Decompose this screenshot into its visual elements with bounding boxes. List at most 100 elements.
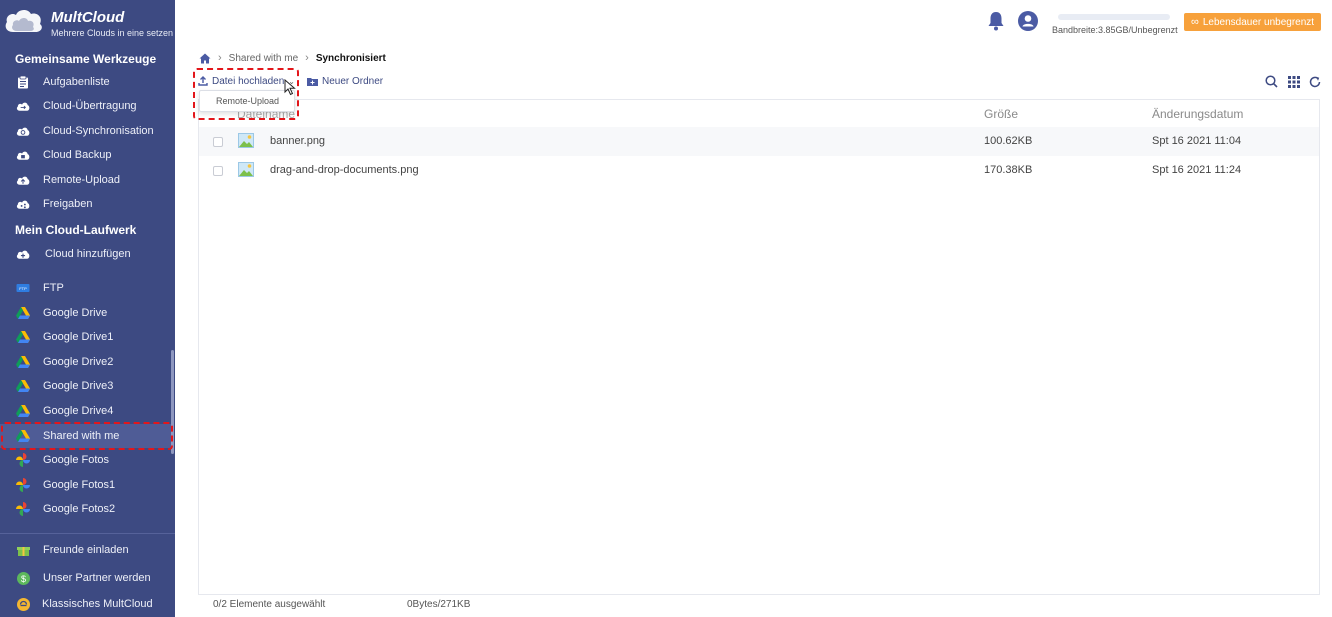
sidebar-item-add-cloud[interactable]: Cloud hinzufügen	[0, 242, 172, 266]
sidebar-item-google-drive4[interactable]: Google Drive4	[0, 399, 172, 423]
sidebar-item-aufgabenliste[interactable]: Aufgabenliste	[0, 70, 172, 94]
clipboard-icon	[16, 75, 30, 89]
upload-dropdown-menu: Remote-Upload	[199, 90, 295, 112]
sidebar-item-label: Shared with me	[43, 430, 120, 442]
cloud-sync-icon	[16, 124, 30, 138]
sidebar-divider	[0, 533, 175, 534]
svg-text:$: $	[20, 573, 25, 583]
sidebar-item-cloud-backup[interactable]: Cloud Backup	[0, 143, 172, 167]
breadcrumb-separator: ›	[218, 52, 222, 64]
sidebar-item-ftp[interactable]: FTP FTP	[0, 276, 172, 300]
sidebar-item-remote-upload[interactable]: Remote-Upload	[0, 168, 172, 192]
row-checkbox[interactable]	[213, 137, 223, 147]
bell-icon[interactable]	[987, 11, 1005, 31]
breadcrumb-folder[interactable]: Shared with me	[229, 53, 298, 64]
ftp-icon: FTP	[16, 281, 30, 295]
drive-section-title: Mein Cloud-Laufwerk	[15, 223, 137, 237]
sidebar-item-label: Google Drive	[43, 307, 108, 319]
image-file-icon	[238, 133, 254, 148]
google-drive-icon	[16, 404, 30, 418]
sidebar-item-google-drive3[interactable]: Google Drive3	[0, 374, 172, 398]
classic-icon	[16, 597, 30, 611]
lifetime-button[interactable]: ∞ Lebensdauer unbegrenzt	[1184, 13, 1321, 31]
cloud-upload-icon	[16, 173, 30, 187]
brand-name: MultCloud	[51, 9, 125, 26]
sidebar-item-label: Unser Partner werden	[43, 572, 151, 584]
sidebar-scrollbar[interactable]	[171, 350, 174, 454]
upload-file-button[interactable]: Datei hochladen ⌄	[198, 76, 295, 87]
image-file-icon	[238, 162, 254, 177]
sidebar-item-google-fotos[interactable]: Google Fotos	[0, 448, 172, 472]
search-icon[interactable]	[1265, 75, 1278, 88]
table-row[interactable]: banner.png 100.62KB Spt 16 2021 11:04	[199, 127, 1319, 156]
sidebar-item-label: FTP	[43, 282, 64, 294]
sidebar-item-cloud-sync[interactable]: Cloud-Synchronisation	[0, 119, 172, 143]
file-name[interactable]: drag-and-drop-documents.png	[270, 164, 419, 176]
sidebar-item-shared-with-me[interactable]: Shared with me	[0, 424, 172, 448]
gift-icon	[16, 543, 30, 557]
sidebar-item-label: Freigaben	[43, 198, 93, 210]
file-list-panel: Dateiname Größe Änderungsdatum banner.pn…	[198, 99, 1320, 595]
refresh-icon[interactable]	[1308, 75, 1321, 88]
new-folder-button[interactable]: Neuer Ordner	[306, 75, 384, 87]
svg-text:FTP: FTP	[19, 285, 27, 290]
google-photos-icon	[16, 502, 30, 516]
sidebar-item-label: Google Drive4	[43, 405, 114, 417]
menu-item-remote-upload[interactable]: Remote-Upload	[216, 96, 279, 106]
selection-count: 0/2 Elemente ausgewählt	[213, 599, 326, 610]
sidebar-item-google-fotos2[interactable]: Google Fotos2	[0, 497, 172, 521]
column-header-date[interactable]: Änderungsdatum	[1152, 107, 1243, 121]
table-row[interactable]: drag-and-drop-documents.png 170.38KB Spt…	[199, 156, 1319, 185]
selection-size: 0Bytes/271KB	[407, 599, 471, 610]
sidebar-item-google-drive1[interactable]: Google Drive1	[0, 325, 172, 349]
row-checkbox[interactable]	[213, 166, 223, 176]
google-drive-icon	[16, 355, 30, 369]
brand-tagline: Mehrere Clouds in eine setzen	[51, 28, 174, 38]
user-avatar-icon[interactable]	[1018, 11, 1038, 31]
sidebar-item-label: Google Drive1	[43, 331, 114, 343]
infinity-icon: ∞	[1191, 16, 1199, 28]
google-drive-icon	[16, 330, 30, 344]
file-name[interactable]: banner.png	[270, 135, 325, 147]
google-photos-icon	[16, 453, 30, 467]
cloud-backup-icon	[16, 148, 30, 162]
top-header: Bandbreite:3.85GB/Unbegrenzt ∞ Lebensdau…	[175, 0, 1332, 44]
sidebar-item-freigaben[interactable]: Freigaben	[0, 192, 172, 216]
sidebar-item-label: Google Drive2	[43, 356, 114, 368]
upload-icon	[198, 76, 208, 86]
sidebar: MultCloud Mehrere Clouds in eine setzen …	[0, 0, 175, 617]
column-header-size[interactable]: Größe	[984, 107, 1018, 121]
google-drive-icon	[16, 379, 30, 393]
sidebar-item-label: Google Drive3	[43, 380, 114, 392]
bandwidth-bar	[1058, 14, 1170, 20]
sidebar-item-google-drive2[interactable]: Google Drive2	[0, 350, 172, 374]
sidebar-item-label: Remote-Upload	[43, 174, 121, 186]
file-size: 100.62KB	[984, 135, 1033, 147]
sidebar-item-invite-friends[interactable]: Freunde einladen	[0, 538, 172, 562]
home-icon[interactable]	[199, 53, 211, 64]
file-date: Spt 16 2021 11:24	[1152, 164, 1242, 176]
sidebar-item-google-fotos1[interactable]: Google Fotos1	[0, 473, 172, 497]
breadcrumb-current: Synchronisiert	[315, 52, 386, 64]
breadcrumb: › Shared with me › Synchronisiert	[199, 51, 386, 65]
cloud-transfer-icon	[16, 99, 30, 113]
status-footer: 0/2 Elemente ausgewählt 0Bytes/271KB	[213, 599, 470, 610]
new-folder-label: Neuer Ordner	[321, 75, 384, 87]
sidebar-item-label: Klassisches MultCloud	[42, 598, 153, 610]
google-drive-icon	[16, 306, 30, 320]
mouse-cursor-icon	[284, 79, 296, 96]
breadcrumb-separator: ›	[305, 52, 309, 64]
sidebar-item-cloud-transfer[interactable]: Cloud-Übertragung	[0, 94, 172, 118]
sidebar-item-label: Freunde einladen	[43, 544, 129, 556]
grid-view-icon[interactable]	[1287, 75, 1300, 88]
view-tools	[1265, 75, 1325, 89]
google-drive-icon	[16, 429, 30, 443]
sidebar-item-google-drive[interactable]: Google Drive	[0, 301, 172, 325]
multcloud-logo[interactable]: MultCloud Mehrere Clouds in eine setzen	[3, 4, 175, 40]
file-date: Spt 16 2021 11:04	[1152, 135, 1242, 147]
tools-section-title: Gemeinsame Werkzeuge	[15, 52, 157, 66]
sidebar-item-classic[interactable]: Klassisches MultCloud	[0, 592, 172, 616]
sidebar-item-partner[interactable]: $ Unser Partner werden	[0, 566, 172, 590]
cloud-add-icon	[16, 247, 30, 261]
bandwidth-text: Bandbreite:3.85GB/Unbegrenzt	[1052, 25, 1178, 35]
